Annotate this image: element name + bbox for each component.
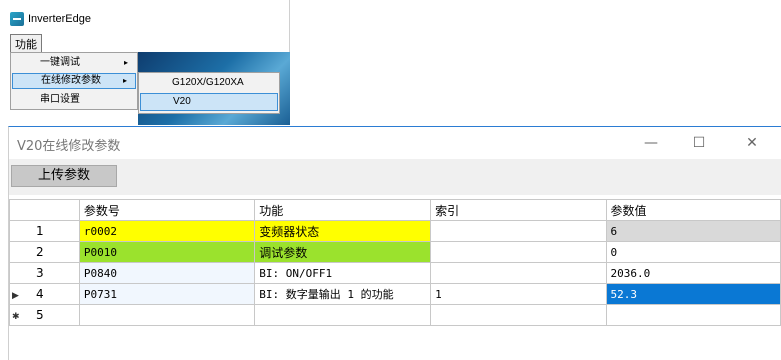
row-number: 2 — [36, 245, 44, 259]
submenu-item-g120x[interactable]: G120X/G120XA — [140, 74, 278, 92]
app-logo-icon — [10, 12, 24, 26]
grid-header-row: 参数号 功能 索引 参数值 — [9, 199, 781, 221]
value-cell[interactable]: 6 — [605, 220, 781, 242]
value-cell[interactable]: 2036.0 — [605, 262, 781, 284]
minimize-icon[interactable]: — — [641, 133, 661, 153]
menu-item-label: 在线修改参数 — [41, 75, 101, 86]
function-dropdown-menu: 一键调试 ▸ 在线修改参数 ▸ 串口设置 — [10, 52, 138, 110]
param-no-cell[interactable]: r0002 — [78, 220, 256, 242]
dialog-toolbar: 上传参数 — [9, 159, 781, 195]
row-header[interactable]: 1 — [9, 220, 80, 242]
row-header[interactable]: ✱ 5 — [9, 304, 80, 326]
dialog-title: V20在线修改参数 — [17, 139, 121, 154]
row-number: 4 — [36, 287, 44, 301]
menu-item-label: 串口设置 — [40, 94, 80, 105]
table-row[interactable]: 1 r0002 变频器状态 6 — [9, 220, 781, 242]
menu-function[interactable]: 功能 — [10, 34, 42, 54]
value-cell[interactable] — [605, 304, 781, 326]
function-cell[interactable]: BI: 数字量输出 1 的功能 — [254, 283, 432, 305]
current-row-arrow-icon: ▶ — [12, 291, 19, 301]
param-no-cell[interactable]: P0731 — [78, 283, 256, 305]
table-row[interactable]: ▶ 4 P0731 BI: 数字量输出 1 的功能 1 52.3 — [9, 283, 781, 305]
table-row[interactable]: 3 P0840 BI: ON/OFF1 2036.0 — [9, 262, 781, 284]
app-title-bar: InverterEdge — [10, 10, 91, 28]
param-no-cell[interactable] — [78, 304, 256, 326]
table-row[interactable]: 2 P0010 调试参数 0 — [9, 241, 781, 263]
row-number: 3 — [36, 266, 44, 280]
row-number: 1 — [36, 224, 44, 238]
submenu-arrow-icon: ▸ — [123, 58, 128, 67]
index-cell[interactable] — [430, 220, 607, 242]
index-cell[interactable]: 1 — [430, 283, 607, 305]
params-submenu: G120X/G120XA V20 — [138, 72, 280, 114]
column-header-value[interactable]: 参数值 — [605, 199, 781, 221]
close-icon[interactable]: ✕ — [742, 133, 762, 153]
grid-header-corner — [9, 199, 80, 221]
maximize-icon[interactable]: ☐ — [689, 133, 709, 153]
function-cell[interactable]: 变频器状态 — [254, 220, 432, 242]
new-row-star-icon: ✱ — [12, 312, 20, 322]
index-cell[interactable] — [430, 304, 607, 326]
menu-item-online-edit-params[interactable]: 在线修改参数 ▸ — [12, 73, 136, 89]
index-cell[interactable] — [430, 241, 607, 263]
submenu-item-v20[interactable]: V20 — [140, 93, 278, 111]
column-header-function[interactable]: 功能 — [254, 199, 432, 221]
submenu-arrow-icon: ▸ — [122, 76, 127, 85]
function-cell[interactable]: BI: ON/OFF1 — [254, 262, 432, 284]
row-header[interactable]: 2 — [9, 241, 80, 263]
menu-item-label: 一键调试 — [40, 57, 80, 68]
menu-item-serial-settings[interactable]: 串口设置 — [12, 92, 136, 108]
menu-bar: 功能 — [10, 34, 42, 54]
column-header-index[interactable]: 索引 — [430, 199, 607, 221]
menu-item-one-click-debug[interactable]: 一键调试 ▸ — [12, 55, 136, 71]
value-cell-selected[interactable]: 52.3 — [605, 283, 781, 305]
dialog-title-bar: V20在线修改参数 — ☐ ✕ — [9, 127, 781, 159]
row-header[interactable]: 3 — [9, 262, 80, 284]
row-number: 5 — [36, 308, 44, 322]
function-cell[interactable] — [254, 304, 432, 326]
index-cell[interactable] — [430, 262, 607, 284]
v20-param-dialog: V20在线修改参数 — ☐ ✕ 上传参数 参数号 功能 索引 参数值 1 r00… — [8, 126, 781, 360]
value-cell[interactable]: 0 — [605, 241, 781, 263]
app-title: InverterEdge — [28, 13, 91, 25]
column-header-param-no[interactable]: 参数号 — [78, 199, 256, 221]
row-header[interactable]: ▶ 4 — [9, 283, 80, 305]
param-no-cell[interactable]: P0840 — [78, 262, 256, 284]
param-no-cell[interactable]: P0010 — [78, 241, 256, 263]
param-grid: 参数号 功能 索引 参数值 1 r0002 变频器状态 6 2 P0010 调试… — [9, 199, 781, 326]
function-cell[interactable]: 调试参数 — [254, 241, 432, 263]
upload-params-button[interactable]: 上传参数 — [11, 165, 117, 187]
new-row[interactable]: ✱ 5 — [9, 304, 781, 326]
